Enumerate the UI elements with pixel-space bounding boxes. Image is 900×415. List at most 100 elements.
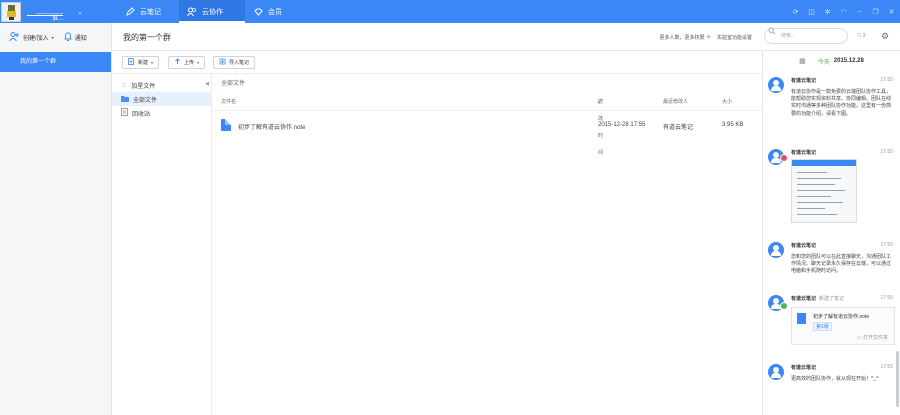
sidebar: 创建/加入 ▾ 通知 我的第一个群: [0, 23, 112, 415]
upload-button[interactable]: 上传 ▾: [168, 56, 206, 69]
file-modified: 2015-12-28 17:55: [598, 122, 646, 128]
sidebar-item-label: 我的第一个群: [20, 59, 57, 65]
thumbnail-line: [797, 178, 841, 179]
sender-avatar[interactable]: [768, 242, 784, 258]
new-dot-icon: ✳: [705, 35, 711, 41]
thumbnail-line: [797, 172, 827, 173]
tab-vip-label: 会员: [268, 8, 282, 16]
open-folder-link[interactable]: ▭ 打开文件夹: [857, 334, 888, 341]
file-card[interactable]: 初步了解有道云协作.note 第1版 ▭ 打开文件夹: [791, 307, 895, 345]
wifi-icon[interactable]: ◠: [839, 7, 848, 16]
tree-item-starred[interactable]: ☆ 加星文件: [112, 78, 211, 92]
notify-label: 通知: [74, 35, 87, 42]
file-card-version: 第1版: [813, 322, 832, 331]
tab-collab-label: 云协作: [202, 8, 223, 16]
breadcrumb[interactable]: 全部文件: [212, 74, 762, 94]
message-body: 您和您的团队可以在此直接聊天，沟通团队工作情况。聊天记录永久保存在云端，可以通过…: [791, 254, 892, 275]
top-bar: ________谁... ⌄ 云笔记 云协作 会员 ⟳ ◫ ✲ ◠ – ❐ ✕: [0, 0, 900, 23]
thumbnail-line: [797, 190, 845, 191]
skin-icon[interactable]: ◫: [807, 7, 816, 16]
file-name[interactable]: 初步了解有道云协作.note: [238, 122, 305, 131]
sender-avatar[interactable]: [768, 364, 784, 380]
message-time: 17:55: [880, 242, 893, 248]
tree-item-all-files[interactable]: 全部文件: [112, 92, 211, 106]
new-label: 新建: [138, 60, 149, 66]
header-links: 更多人数，更多权限 ✳ 实验室功能设置: [660, 34, 752, 41]
page-title: 我的第一个群: [123, 33, 171, 42]
open-folder-label: 打开文件夹: [862, 335, 888, 341]
sender-name-text: 有道云笔记: [791, 296, 817, 302]
upgrade-link[interactable]: 更多人数，更多权限 ✳: [660, 34, 711, 41]
message-time: 17:55: [880, 364, 893, 370]
table-header: 文件名 修改时间 ▾ 最近修改人 大小: [212, 94, 762, 156]
sidebar-actions: 创建/加入 ▾ 通知: [0, 23, 111, 51]
window-controls: ⟳ ◫ ✲ ◠ – ❐ ✕: [791, 0, 896, 23]
table-row[interactable]: 初步了解有道云协作.note 2015-12-28 17:55 有道云笔记 3.…: [212, 116, 762, 138]
lab-settings-link[interactable]: 实验室功能设置: [717, 34, 752, 41]
chevron-down-icon[interactable]: ⌄: [77, 8, 83, 16]
tree-item-trash[interactable]: 回收站: [112, 106, 211, 120]
col-modifier[interactable]: 最近修改人: [663, 94, 688, 111]
tab-vip[interactable]: 会员: [245, 0, 295, 23]
folder-icon: ▭: [856, 335, 862, 341]
tree-item-label: 全部文件: [133, 97, 158, 104]
calendar-icon: ▦: [799, 58, 806, 65]
import-icon: [219, 58, 226, 67]
new-button[interactable]: 新建 ▾: [122, 56, 160, 69]
image-badge-icon: [780, 154, 788, 162]
col-name[interactable]: 文件名: [221, 94, 236, 111]
member-count-button[interactable]: ⚇ 2: [857, 33, 866, 39]
sender-name: 有道云笔记: [791, 150, 817, 156]
create-join-button[interactable]: 创建/加入 ▾: [9, 31, 54, 43]
caret-down-icon: ▾: [197, 60, 200, 65]
col-size[interactable]: 大小: [722, 94, 732, 111]
new-icon: [128, 58, 135, 67]
sender-name: 有道云笔记 新建了笔记: [791, 295, 844, 302]
create-join-label: 创建/加入: [23, 35, 49, 42]
message-body: 更高效的团队协作，就从现在开始！^_^: [791, 376, 879, 382]
right-header: 搜索... ⚇ 2 ⚙: [762, 23, 900, 51]
message-time: 17:55: [880, 77, 893, 83]
folder-tree: ◀ ☆ 加星文件 全部文件 回收站: [112, 74, 212, 415]
sender-action: 新建了笔记: [819, 296, 845, 302]
screenshot-thumbnail[interactable]: [791, 159, 857, 223]
thumbnail-line: [797, 214, 837, 215]
message-body: 有道云协作是一款免费的云端团队协作工具，能帮助您实现资料共享、协同编辑。团队在线…: [791, 89, 892, 117]
sidebar-item-group[interactable]: 我的第一个群: [0, 52, 111, 72]
folder-icon: [121, 95, 129, 104]
tab-notes[interactable]: 云笔记: [117, 0, 179, 23]
members-icon: ⚇: [857, 33, 862, 39]
diamond-icon: [253, 7, 263, 17]
maximize-icon[interactable]: ❐: [871, 7, 880, 16]
collapse-arrow-icon[interactable]: ◀: [205, 81, 209, 87]
caret-down-icon: ▾: [151, 60, 154, 65]
search-input[interactable]: 搜索...: [764, 28, 848, 44]
thumbnail-line: [797, 208, 825, 209]
refresh-icon[interactable]: ⟳: [791, 7, 800, 16]
upgrade-link-label: 更多人数，更多权限: [659, 35, 705, 41]
upload-icon: [174, 58, 181, 67]
close-icon[interactable]: ✕: [887, 7, 896, 16]
username[interactable]: ________谁...: [27, 7, 63, 22]
thumbnail-line: [797, 196, 831, 197]
note-file-icon: [221, 119, 231, 131]
tab-collab[interactable]: 云协作: [179, 0, 245, 23]
file-card-name[interactable]: 初步了解有道云协作.note: [813, 313, 869, 320]
user-avatar[interactable]: [1, 1, 21, 22]
file-list: 全部文件 文件名 修改时间 ▾ 最近修改人 大小 初步了解有道云协作.note …: [212, 74, 762, 415]
user-menu[interactable]: ________谁... ⌄: [0, 0, 112, 23]
today-label: 今天: [817, 59, 830, 66]
settings-icon[interactable]: ✲: [823, 7, 832, 16]
sender-name: 有道云笔记: [791, 365, 817, 371]
import-notes-button[interactable]: 导入笔记: [213, 56, 256, 69]
minimize-icon[interactable]: –: [855, 7, 864, 16]
trash-icon: [121, 108, 128, 118]
thumbnail-header: [792, 160, 856, 166]
notify-button[interactable]: 通知: [64, 32, 87, 43]
tree-item-label: 回收站: [132, 111, 151, 118]
sender-avatar[interactable]: [768, 77, 784, 93]
file-toolbar: 新建 ▾ 上传 ▾ 导入笔记: [112, 51, 762, 74]
avatar-image: [7, 4, 16, 20]
feed-scrollbar[interactable]: [896, 351, 899, 407]
gear-icon[interactable]: ⚙: [881, 31, 889, 42]
